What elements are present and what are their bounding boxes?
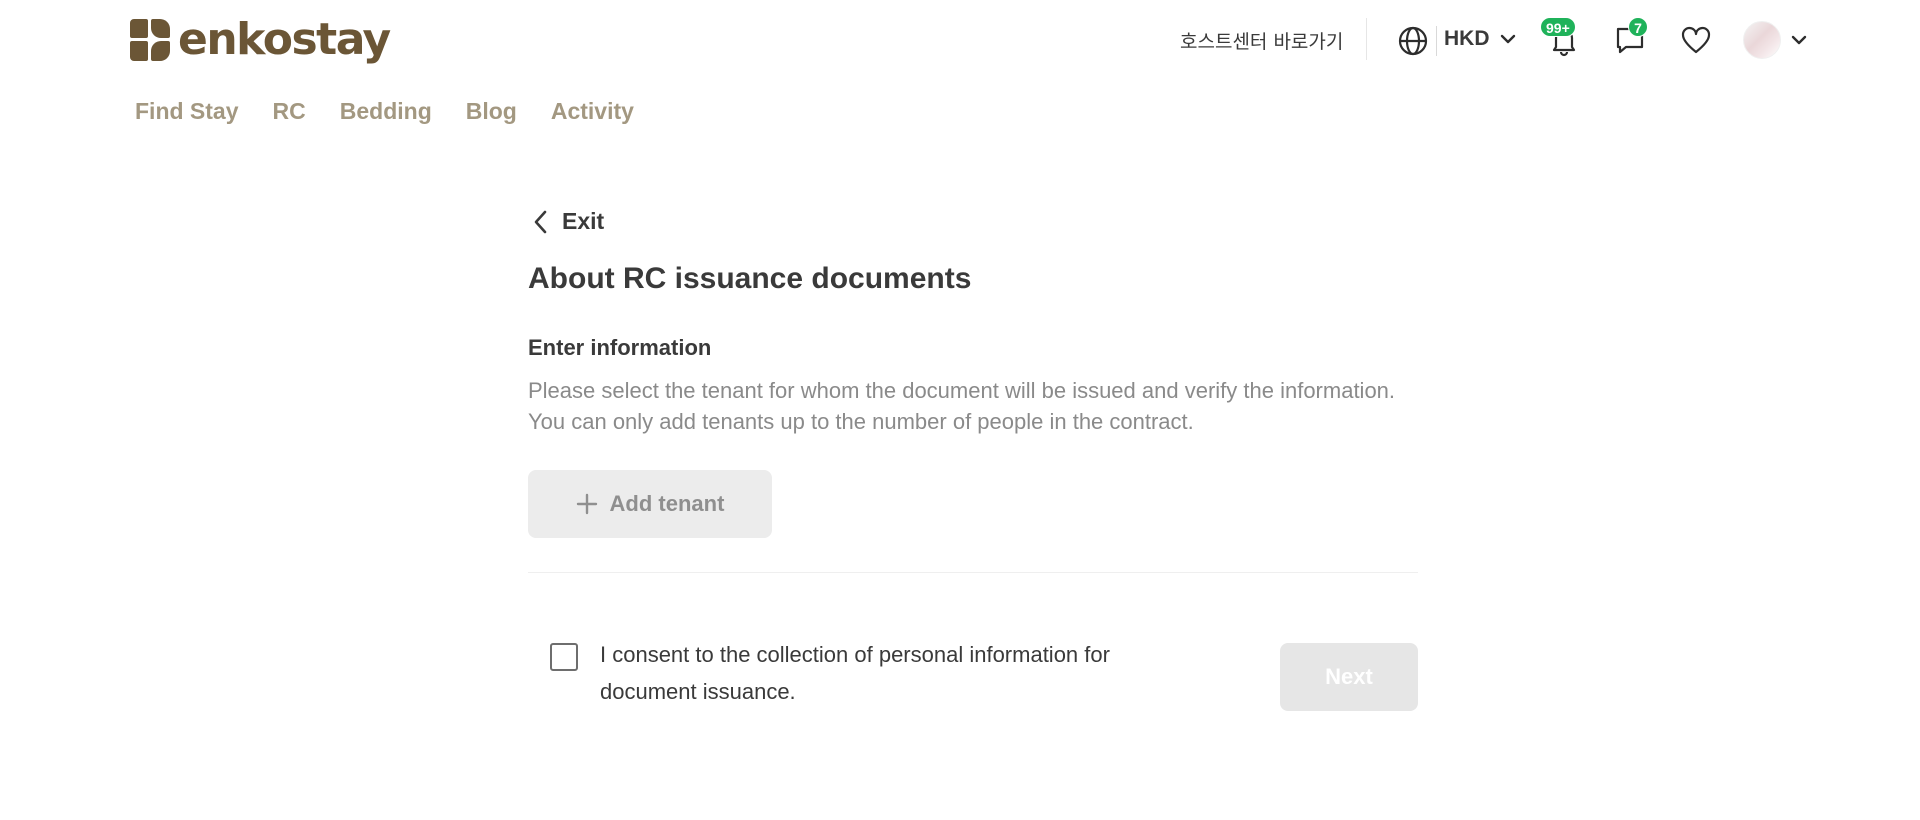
chevron-down-icon: [1500, 34, 1515, 44]
nav-item-activity[interactable]: Activity: [551, 98, 634, 125]
exit-button[interactable]: Exit: [534, 208, 604, 235]
currency-selector[interactable]: HKD: [1444, 27, 1516, 51]
notifications-badge: 99+: [1540, 17, 1576, 37]
nav-item-find-stay[interactable]: Find Stay: [135, 98, 239, 125]
chevron-left-icon: [534, 210, 547, 233]
currency-divider: [1436, 26, 1437, 56]
currency-label: HKD: [1444, 27, 1490, 50]
consent-text: I consent to the collection of personal …: [600, 642, 1110, 704]
chevron-down-icon: [1791, 35, 1807, 45]
exit-label: Exit: [562, 208, 605, 234]
profile-menu[interactable]: [1742, 20, 1808, 60]
messages-badge: 7: [1628, 17, 1648, 37]
consent-checkbox[interactable]: [550, 643, 578, 671]
main-nav: Find Stay RC Bedding Blog Activity: [135, 98, 634, 125]
header-divider: [1366, 18, 1367, 60]
divider: [528, 572, 1418, 573]
avatar: [1743, 21, 1781, 59]
add-tenant-label: Add tenant: [609, 491, 725, 516]
description: Please select the tenant for whom the do…: [528, 375, 1418, 437]
header-actions: 호스트센터 바로가기 HKD 99+ 7: [0, 0, 1920, 80]
host-center-link[interactable]: 호스트센터 바로가기: [1180, 27, 1343, 54]
nav-item-bedding[interactable]: Bedding: [340, 98, 432, 125]
consent-row: I consent to the collection of personal …: [550, 642, 1160, 710]
description-line: You can only add tenants up to the numbe…: [528, 409, 1194, 434]
next-button[interactable]: Next: [1280, 643, 1418, 711]
page-title: About RC issuance documents: [528, 262, 972, 295]
header: enkostay 호스트센터 바로가기 HKD 99+ 7: [0, 0, 1920, 80]
description-line: Please select the tenant for whom the do…: [528, 378, 1396, 403]
plus-icon: [576, 493, 597, 515]
heart-icon[interactable]: [1678, 22, 1714, 58]
add-tenant-button[interactable]: Add tenant: [528, 470, 772, 538]
section-label: Enter information: [528, 335, 712, 360]
globe-icon[interactable]: [1396, 24, 1430, 58]
nav-item-blog[interactable]: Blog: [466, 98, 517, 125]
nav-item-rc[interactable]: RC: [273, 98, 306, 125]
